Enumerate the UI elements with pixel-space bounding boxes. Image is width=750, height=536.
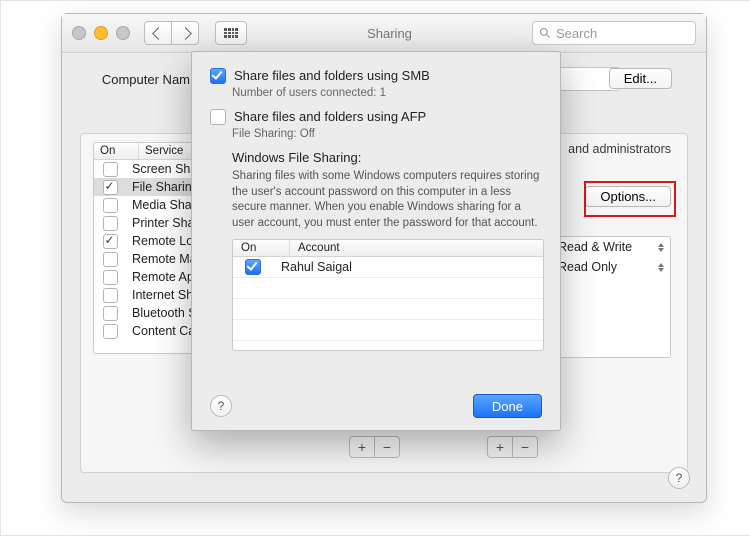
service-checkbox[interactable] <box>103 252 118 267</box>
account-row <box>233 320 543 341</box>
account-row <box>233 299 543 320</box>
search-placeholder: Search <box>556 26 597 41</box>
updown-icon <box>658 243 664 252</box>
service-checkbox[interactable] <box>103 270 118 285</box>
service-checkbox[interactable] <box>103 234 118 249</box>
permission-label: Read & Write <box>558 240 632 254</box>
service-checkbox[interactable] <box>103 198 118 213</box>
help-button[interactable]: ? <box>668 467 690 489</box>
window-title: Sharing <box>255 26 524 41</box>
accounts-header: On Account <box>233 240 543 257</box>
access-info-text: and administrators <box>568 142 671 156</box>
show-all-button[interactable] <box>215 21 247 45</box>
service-checkbox[interactable] <box>103 216 118 231</box>
nav-forward-button[interactable] <box>172 21 199 45</box>
done-button[interactable]: Done <box>473 394 542 418</box>
account-checkbox[interactable] <box>245 259 261 275</box>
permission-row[interactable]: Read & Write <box>552 237 670 257</box>
smb-label: Share files and folders using SMB <box>234 68 430 83</box>
wfs-description: Sharing files with some Windows computer… <box>232 169 542 231</box>
service-checkbox[interactable] <box>103 162 118 177</box>
service-checkbox[interactable] <box>103 180 118 195</box>
col-on: On <box>233 240 290 256</box>
titlebar: Sharing Search <box>62 14 706 53</box>
nav-back-button[interactable] <box>144 21 172 45</box>
afp-sub: File Sharing: Off <box>232 128 542 140</box>
search-icon <box>539 27 551 39</box>
computer-name-label: Computer Nam <box>80 72 190 87</box>
search-field[interactable]: Search <box>532 21 696 45</box>
afp-checkbox[interactable] <box>210 109 226 125</box>
add-user-button[interactable]: + <box>487 436 513 458</box>
account-name: Rahul Saigal <box>273 260 543 274</box>
file-sharing-options-sheet: Share files and folders using SMB Number… <box>191 51 561 431</box>
add-folder-button[interactable]: + <box>349 436 375 458</box>
sheet-help-button[interactable]: ? <box>210 395 232 417</box>
remove-user-button[interactable]: − <box>513 436 538 458</box>
chevron-left-icon <box>152 27 165 40</box>
col-on: On <box>94 143 139 159</box>
options-button[interactable]: Options... <box>585 186 671 207</box>
permission-label: Read Only <box>558 260 617 274</box>
users-add-remove: + − <box>487 436 538 458</box>
window-zoom[interactable] <box>116 26 130 40</box>
permission-row[interactable]: Read Only <box>552 257 670 277</box>
remove-folder-button[interactable]: − <box>375 436 400 458</box>
service-checkbox[interactable] <box>103 324 118 339</box>
account-row <box>233 278 543 299</box>
grid-icon <box>224 28 238 38</box>
updown-icon <box>658 263 664 272</box>
smb-sub: Number of users connected: 1 <box>232 87 542 99</box>
accounts-table: On Account Rahul Saigal <box>232 239 544 351</box>
account-row[interactable]: Rahul Saigal <box>233 257 543 278</box>
window-minimize[interactable] <box>94 26 108 40</box>
wfs-heading: Windows File Sharing: <box>232 150 542 165</box>
permissions-list[interactable]: Read & Write Read Only <box>551 236 671 358</box>
chevron-right-icon <box>179 27 192 40</box>
edit-button[interactable]: Edit... <box>609 68 672 89</box>
service-checkbox[interactable] <box>103 306 118 321</box>
col-account: Account <box>290 240 543 256</box>
shared-folders-add-remove: + − <box>349 436 400 458</box>
window-close[interactable] <box>72 26 86 40</box>
service-checkbox[interactable] <box>103 288 118 303</box>
afp-label: Share files and folders using AFP <box>234 109 426 124</box>
nav-back-forward <box>144 21 199 45</box>
smb-checkbox[interactable] <box>210 68 226 84</box>
